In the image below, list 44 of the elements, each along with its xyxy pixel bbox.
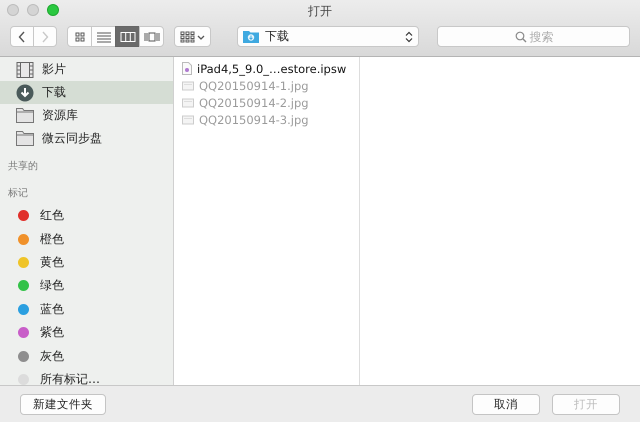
image-file-icon — [182, 80, 194, 90]
film-icon — [16, 62, 34, 78]
view-button[interactable] — [115, 26, 140, 47]
list-icon — [96, 30, 112, 42]
sidebar-item[interactable]: 影片 — [0, 58, 173, 81]
file-item[interactable]: iPad4,5_9.0_…estore.ipsw — [174, 60, 359, 77]
chevron-icon — [18, 30, 26, 42]
window-title: 打开 — [308, 2, 332, 20]
view-button[interactable] — [139, 26, 164, 47]
columns-icon — [120, 30, 136, 42]
tag-item[interactable]: 红色 — [0, 204, 173, 228]
search-icon — [514, 30, 526, 42]
chevron-icon — [41, 30, 49, 42]
folder-icon — [16, 108, 34, 123]
search-field[interactable]: 搜索 — [437, 26, 630, 47]
sidebar-item[interactable]: 资源库 — [0, 104, 173, 127]
location-popup[interactable]: 下载 — [237, 26, 419, 47]
arrange-button[interactable] — [174, 26, 211, 47]
section-header: 共享的 — [7, 160, 39, 174]
tag-item[interactable]: 黄色 — [0, 250, 173, 274]
image-file-icon — [182, 114, 194, 124]
new-folder-button[interactable]: 新建文件夹 — [20, 394, 106, 414]
image-file-icon — [182, 98, 194, 108]
download-icon — [16, 84, 34, 102]
downloads-folder-icon — [243, 30, 259, 43]
document-icon — [182, 62, 192, 75]
zoom-button[interactable] — [47, 4, 59, 16]
tag-item[interactable]: 紫色 — [0, 320, 173, 344]
tag-item[interactable]: 蓝色 — [0, 298, 173, 321]
tag-item[interactable]: 所有标记… — [0, 368, 173, 392]
sidebar-item[interactable]: 微云同步盘 — [0, 127, 173, 150]
view-button[interactable] — [91, 26, 116, 47]
cover-flow-icon — [144, 30, 160, 42]
tag-item[interactable]: 灰色 — [0, 344, 173, 368]
section-header: 标记 — [7, 186, 29, 201]
tag-item[interactable]: 橙色 — [0, 227, 173, 251]
back-button[interactable] — [10, 26, 34, 47]
cancel-button[interactable]: 取消 — [472, 394, 540, 414]
grid-dropdown-icon — [180, 30, 206, 42]
folder-icon — [16, 131, 34, 146]
sidebar-item[interactable]: 下载 — [0, 81, 173, 104]
tag-item[interactable]: 绿色 — [0, 274, 173, 298]
updown-icon — [405, 30, 413, 42]
view-button[interactable] — [67, 26, 92, 47]
